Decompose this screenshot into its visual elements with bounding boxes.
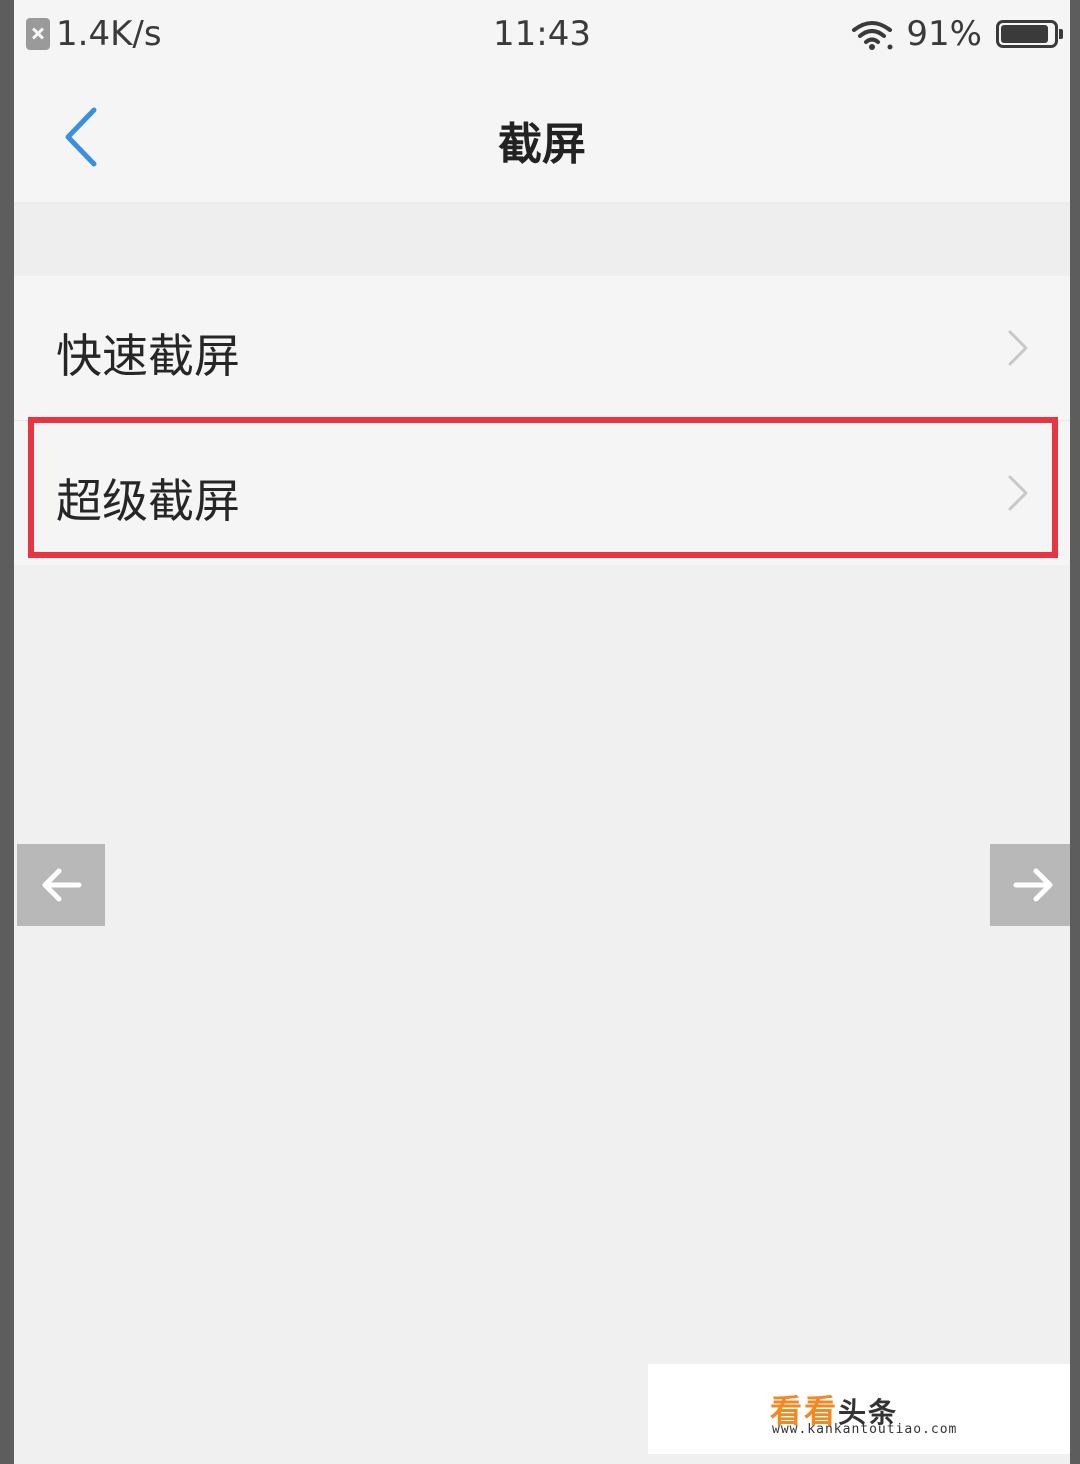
arrow-left-icon [42, 868, 82, 902]
status-bar: 1.4K/s 11:43 91% [14, 0, 1070, 72]
battery-percent: 91% [906, 14, 982, 54]
list-item-super-screenshot[interactable]: 超级截屏 [14, 420, 1070, 565]
previous-image-button[interactable] [17, 844, 105, 926]
list-item-quick-screenshot[interactable]: 快速截屏 [14, 276, 1070, 420]
watermark-url: www.kankantoutiao.com [772, 1422, 958, 1437]
status-right: 91% [850, 14, 1063, 54]
chevron-right-icon [1008, 330, 1028, 366]
list-item-label: 快速截屏 [56, 329, 240, 383]
navigation-bar: 截屏 [14, 72, 1070, 204]
wifi-icon [852, 21, 893, 50]
settings-list: 快速截屏 超级截屏 [14, 276, 1070, 565]
battery-fill [1001, 25, 1049, 43]
arrow-right-icon [1013, 868, 1053, 902]
list-item-label: 超级截屏 [56, 474, 240, 528]
next-image-button[interactable] [990, 844, 1070, 926]
watermark-logo: 看看头条 www.kankantoutiao.com [648, 1364, 1070, 1454]
chevron-right-icon [1008, 475, 1028, 511]
battery-icon [996, 20, 1063, 48]
section-gap [14, 204, 1070, 276]
page-title: 截屏 [498, 119, 586, 170]
phone-screen: 1.4K/s 11:43 91% 截屏 快速截屏 超级截屏 看看头条 www.k… [14, 0, 1070, 1464]
